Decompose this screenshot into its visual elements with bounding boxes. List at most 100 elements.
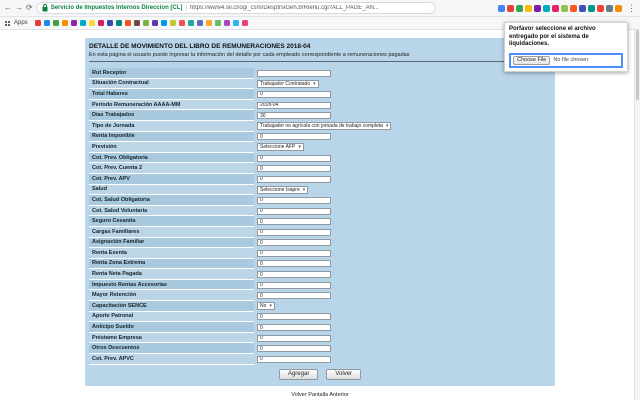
extension-icon[interactable]: [579, 4, 586, 12]
form-row: Cot. Prev. APV: [89, 173, 551, 185]
extension-icon[interactable]: [525, 4, 532, 12]
choose-file-button[interactable]: Choose File: [513, 55, 551, 65]
extension-icon[interactable]: [552, 4, 559, 12]
bookmark-icon[interactable]: [169, 20, 176, 26]
bookmark-icon[interactable]: [178, 20, 185, 26]
bookmark-icon[interactable]: [61, 20, 68, 26]
bookmark-icon[interactable]: [187, 20, 194, 26]
ev-certificate-badge: Servicio de Impuestos Internos Direccion…: [50, 5, 183, 11]
field-select[interactable]: Trabajador no agrícola con jornada de tr…: [257, 122, 392, 131]
field-label: Préstamo Empresa: [89, 332, 254, 344]
field-input[interactable]: [257, 249, 331, 257]
scrollbar[interactable]: [634, 30, 640, 400]
field-input[interactable]: [257, 313, 331, 321]
field-label: Rut Receptor: [89, 68, 254, 79]
bookmark-icon[interactable]: [160, 20, 167, 26]
field-input[interactable]: [257, 69, 331, 77]
field-input[interactable]: [257, 355, 331, 363]
field-label: Cot. Prev. Obligatoria: [89, 152, 254, 164]
field-label: Impuesto Rentas Accesorias: [89, 279, 254, 291]
field-select[interactable]: Trabajador Contratado ▾: [257, 79, 319, 88]
field-input[interactable]: [257, 292, 331, 300]
agregar-button[interactable]: Agregar: [278, 368, 319, 380]
bookmark-icon[interactable]: [214, 20, 221, 26]
field-input[interactable]: [257, 196, 331, 204]
form-row: Renta Exenta: [89, 248, 551, 259]
extension-icon[interactable]: [561, 4, 568, 12]
bookmark-icon[interactable]: [34, 20, 41, 26]
extension-icon[interactable]: [498, 4, 505, 12]
field-input[interactable]: [257, 260, 331, 268]
form-buttons: Agregar Volver: [89, 368, 551, 380]
bookmark-icon[interactable]: [124, 20, 131, 26]
bookmark-icon[interactable]: [97, 20, 104, 26]
bookmark-icon[interactable]: [241, 20, 248, 26]
field-input[interactable]: [257, 218, 331, 226]
reload-icon[interactable]: ⟳: [26, 4, 33, 12]
field-input[interactable]: [257, 271, 331, 279]
bookmark-icon[interactable]: [142, 20, 149, 26]
extension-icon[interactable]: [570, 4, 577, 12]
field-input[interactable]: [257, 101, 331, 109]
field-input[interactable]: [257, 228, 331, 236]
field-input[interactable]: [257, 90, 331, 98]
browser-menu-icon[interactable]: ⋮: [627, 3, 636, 14]
field-input[interactable]: [257, 334, 331, 342]
field-select[interactable]: No ▾: [257, 302, 275, 311]
divider: [89, 61, 515, 62]
bookmark-icon[interactable]: [52, 20, 59, 26]
volver-pantalla-anterior-link[interactable]: Volver Pantalla Anterior: [0, 392, 640, 398]
field-select[interactable]: Seleccione Isapre ▾: [257, 185, 309, 194]
bookmark-icon[interactable]: [133, 20, 140, 26]
bookmark-icon[interactable]: [43, 20, 50, 26]
form-row: Renta Neta Pagada: [89, 269, 551, 280]
field-cell: [254, 100, 551, 111]
bookmark-icon[interactable]: [223, 20, 230, 26]
apps-label[interactable]: Apps: [14, 20, 28, 26]
bookmark-icon[interactable]: [151, 20, 158, 26]
field-input[interactable]: [257, 207, 331, 215]
url-separator: |: [185, 5, 187, 11]
extension-icon[interactable]: [516, 4, 523, 12]
field-input[interactable]: [257, 345, 331, 353]
field-input[interactable]: [257, 154, 331, 162]
apps-grid-icon[interactable]: [5, 20, 7, 23]
extension-icon[interactable]: [534, 4, 541, 12]
form-row: Otros Descuentos: [89, 343, 551, 355]
extension-icon[interactable]: [597, 4, 604, 12]
form-panel: DETALLE DE MOVIMIENTO DEL LIBRO DE REMUN…: [85, 38, 555, 386]
field-label: Anticipo Sueldo: [89, 322, 254, 333]
field-input[interactable]: [257, 133, 331, 141]
bookmark-icon[interactable]: [196, 20, 203, 26]
file-input-control[interactable]: Choose File No file chosen: [509, 52, 623, 68]
field-input[interactable]: [257, 281, 331, 289]
bookmark-icon[interactable]: [88, 20, 95, 26]
bookmark-icon[interactable]: [115, 20, 122, 26]
field-cell: [254, 290, 551, 301]
form-row: Aporte Patronal: [89, 311, 551, 323]
lock-icon: [42, 4, 48, 12]
extension-icon[interactable]: [615, 4, 622, 12]
field-input[interactable]: [257, 165, 331, 173]
back-icon[interactable]: ←: [4, 4, 12, 12]
field-input[interactable]: [257, 112, 331, 120]
extension-icon[interactable]: [507, 4, 514, 12]
bookmark-icon[interactable]: [106, 20, 113, 26]
bookmark-icon[interactable]: [70, 20, 77, 26]
field-input[interactable]: [257, 175, 331, 183]
field-input[interactable]: [257, 239, 331, 247]
bookmark-icon[interactable]: [205, 20, 212, 26]
scrollbar-thumb[interactable]: [636, 30, 639, 100]
extension-icon[interactable]: [588, 4, 595, 12]
extension-icon[interactable]: [543, 4, 550, 12]
address-bar[interactable]: Servicio de Impuestos Internos Direccion…: [35, 2, 436, 14]
bookmark-icon[interactable]: [232, 20, 239, 26]
field-select[interactable]: Seleccione AFP ▾: [257, 143, 304, 152]
forward-icon[interactable]: →: [15, 4, 23, 12]
field-cell: [254, 343, 551, 354]
field-input[interactable]: [257, 324, 331, 332]
form-row: Préstamo Empresa: [89, 332, 551, 344]
bookmark-icon[interactable]: [79, 20, 86, 26]
volver-button[interactable]: Volver: [326, 368, 362, 380]
extension-icon[interactable]: [606, 4, 613, 12]
